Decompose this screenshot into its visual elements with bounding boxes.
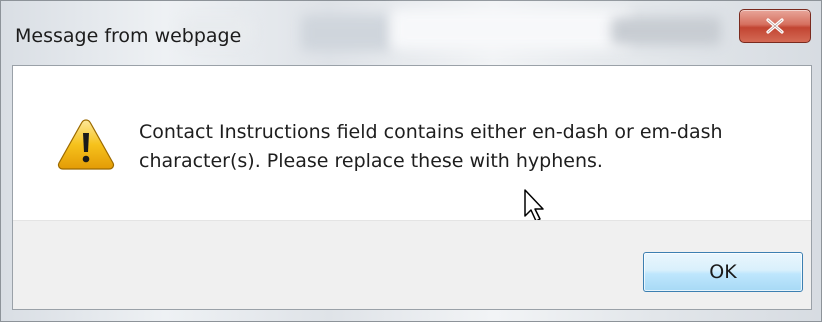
background-blur xyxy=(301,15,391,51)
dialog-client-area: Contact Instructions field contains eith… xyxy=(12,65,812,310)
dialog-message: Contact Instructions field contains eith… xyxy=(139,121,723,172)
mouse-cursor-icon xyxy=(524,189,544,222)
ok-button[interactable]: OK xyxy=(643,252,803,292)
warning-icon xyxy=(57,119,115,170)
background-blur xyxy=(611,17,721,45)
close-button[interactable] xyxy=(739,9,811,43)
close-x-icon xyxy=(766,18,784,34)
dialog-title: Message from webpage xyxy=(15,25,242,47)
message-area: Contact Instructions field contains eith… xyxy=(13,66,811,222)
message-dialog-window: Message from webpage Contact Instruction… xyxy=(0,0,822,322)
background-blur xyxy=(391,9,631,49)
button-bar: OK xyxy=(13,220,811,309)
